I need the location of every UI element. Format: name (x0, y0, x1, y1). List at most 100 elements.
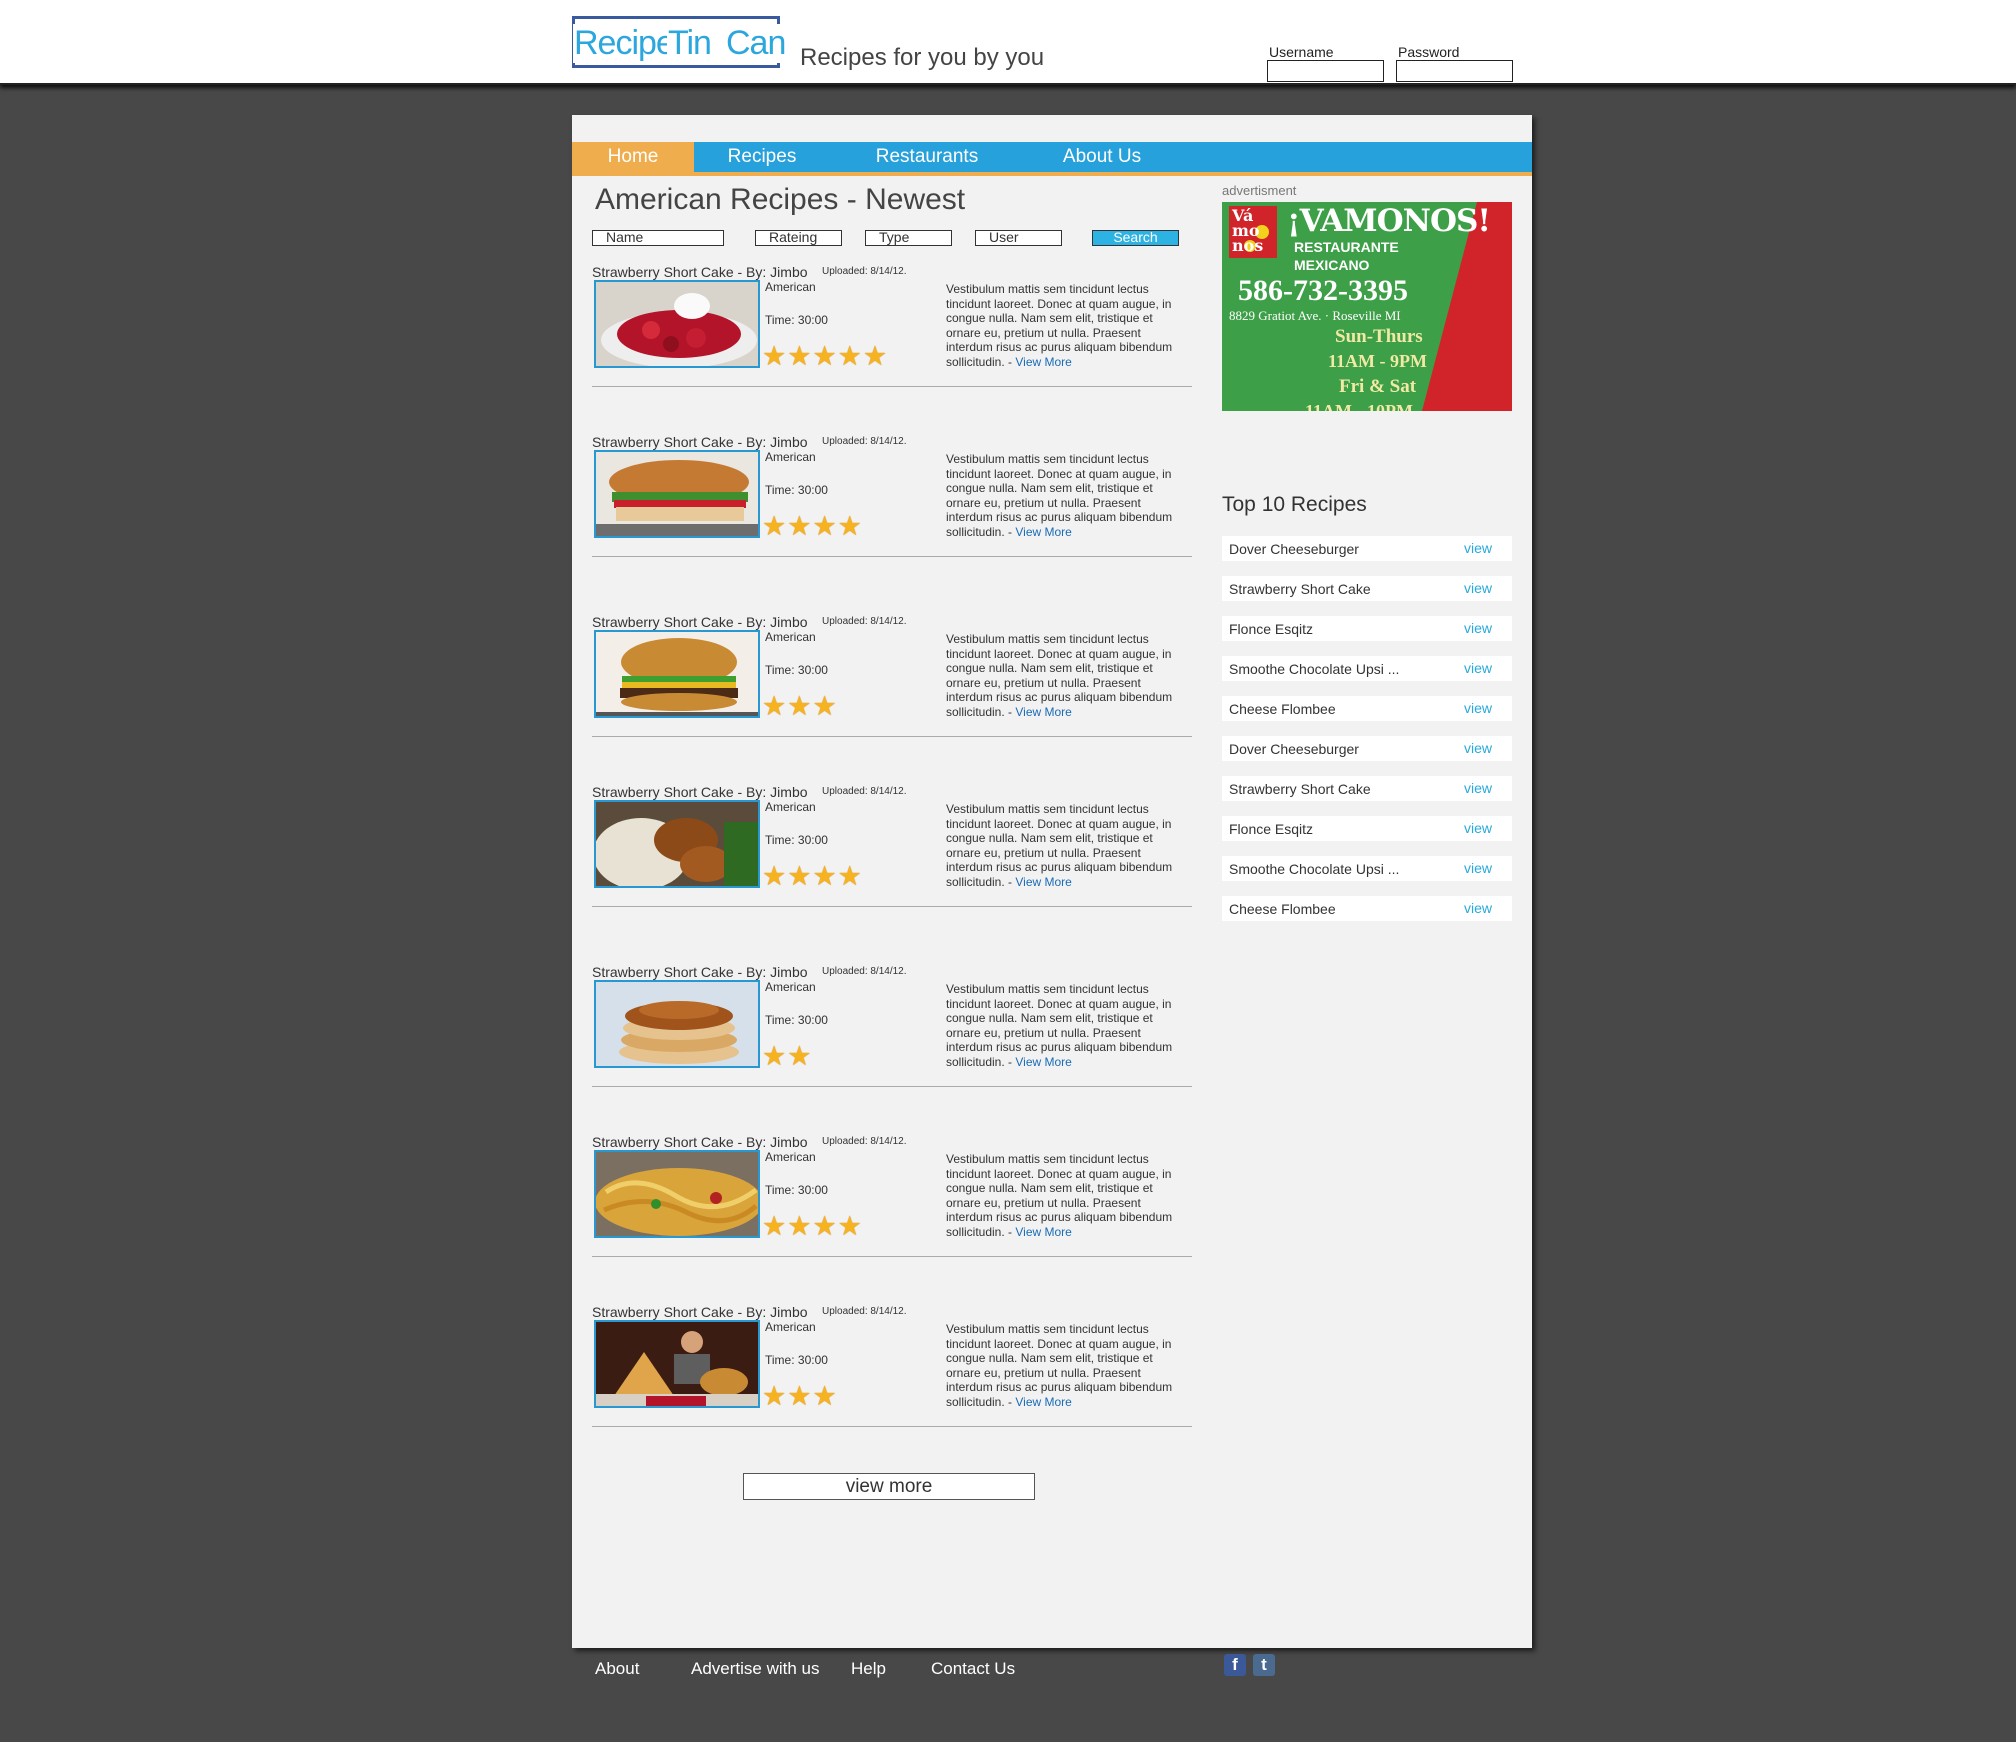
top10-item: Flonce Esqitz view (1222, 816, 1512, 841)
recipe-image-chicken-beans (596, 802, 758, 886)
recipe-image-pancakes (596, 982, 758, 1066)
star-icon: ★ (812, 341, 837, 371)
ad-brand: ¡VAMONOS! (1287, 203, 1491, 239)
recipe-description: Vestibulum mattis sem tincidunt lectus t… (946, 982, 1181, 1069)
nav-about-us[interactable]: About Us (1037, 142, 1167, 172)
star-icon: ★ (837, 341, 862, 371)
footer-link-about[interactable]: About (595, 1659, 639, 1679)
top10-view-link[interactable]: view (1464, 660, 1492, 676)
top10-item: Flonce Esqitz view (1222, 616, 1512, 641)
top10-item: Smoothe Chocolate Upsi ... view (1222, 656, 1512, 681)
recipe-description: Vestibulum mattis sem tincidunt lectus t… (946, 1322, 1181, 1409)
recipe-card: Strawberry Short Cake - By: Jimbo Uploade… (592, 1134, 1192, 1274)
logo-word-recipe: Recipe (573, 24, 675, 63)
main-panel: Home Recipes Restaurants About Us Americ… (572, 115, 1532, 1648)
star-icon: ★ (812, 511, 837, 541)
recipe-divider (592, 1426, 1192, 1427)
recipe-thumbnail[interactable] (594, 1150, 760, 1238)
recipe-thumbnail[interactable] (594, 280, 760, 368)
nav-recipes[interactable]: Recipes (702, 142, 822, 172)
recipe-divider (592, 1086, 1192, 1087)
recipe-view-more-link[interactable]: View More (1015, 705, 1071, 719)
view-more-button[interactable]: view more (743, 1473, 1035, 1500)
recipe-upload-date: Uploaded: 8/14/12. (822, 1136, 907, 1147)
recipe-thumbnail[interactable] (594, 1320, 760, 1408)
recipe-title[interactable]: Strawberry Short Cake - By: Jimbo (592, 614, 808, 630)
restaurant-ad-banner[interactable]: Vá mo nos ¡VAMONOS! RESTAURANTE MEXICANO… (1222, 202, 1512, 411)
nav-home[interactable]: Home (572, 142, 694, 176)
recipe-divider (592, 386, 1192, 387)
recipe-image-strawberry-cake (596, 282, 758, 366)
recipe-image-sandwich (596, 452, 758, 536)
recipe-view-more-link[interactable]: View More (1015, 355, 1071, 369)
footer-link-contact[interactable]: Contact Us (931, 1659, 1015, 1679)
recipe-rating: ★★★★★ (762, 341, 888, 371)
username-input[interactable] (1267, 60, 1384, 82)
recipe-title[interactable]: Strawberry Short Cake - By: Jimbo (592, 434, 808, 450)
recipe-description: Vestibulum mattis sem tincidunt lectus t… (946, 632, 1181, 719)
filter-user-input[interactable]: User (975, 230, 1062, 246)
recipe-upload-date: Uploaded: 8/14/12. (822, 786, 907, 797)
footer-link-advertise[interactable]: Advertise with us (691, 1659, 820, 1679)
site-logo[interactable]: Recipe Tin Can (572, 16, 786, 68)
recipe-time: Time: 30:00 (765, 1183, 828, 1197)
top10-item: Strawberry Short Cake view (1222, 576, 1512, 601)
filter-name-input[interactable]: Name (592, 230, 724, 246)
footer-link-help[interactable]: Help (851, 1659, 886, 1679)
search-button[interactable]: Search (1092, 230, 1179, 246)
recipe-time: Time: 30:00 (765, 313, 828, 327)
star-icon: ★ (762, 691, 787, 721)
top10-item: Dover Cheeseburger view (1222, 536, 1512, 561)
recipe-time: Time: 30:00 (765, 483, 828, 497)
recipe-card: Strawberry Short Cake - By: Jimbo Uploade… (592, 1304, 1192, 1444)
recipe-title[interactable]: Strawberry Short Cake - By: Jimbo (592, 1304, 808, 1320)
top10-item: Cheese Flombee view (1222, 896, 1512, 921)
top10-view-link[interactable]: view (1464, 900, 1492, 916)
filter-type-input[interactable]: Type (865, 230, 952, 246)
recipe-upload-date: Uploaded: 8/14/12. (822, 616, 907, 627)
main-nav: Home Recipes Restaurants About Us (572, 142, 1532, 176)
top10-view-link[interactable]: view (1464, 580, 1492, 596)
top10-view-link[interactable]: view (1464, 540, 1492, 556)
recipe-view-more-link[interactable]: View More (1015, 1395, 1071, 1409)
recipe-title[interactable]: Strawberry Short Cake - By: Jimbo (592, 784, 808, 800)
star-icon: ★ (812, 861, 837, 891)
top-bar: Recipe Tin Can Recipes for you by you Us… (0, 0, 2016, 85)
top10-view-link[interactable]: view (1464, 860, 1492, 876)
top10-view-link[interactable]: view (1464, 780, 1492, 796)
top10-view-link[interactable]: view (1464, 620, 1492, 636)
recipe-view-more-link[interactable]: View More (1015, 1055, 1071, 1069)
ad-address: 8829 Gratiot Ave. · Roseville MI (1229, 308, 1401, 323)
recipe-thumbnail[interactable] (594, 450, 760, 538)
tumblr-icon[interactable]: t (1253, 1654, 1275, 1676)
facebook-icon[interactable]: f (1224, 1654, 1246, 1676)
recipe-image-burger (596, 632, 758, 716)
top10-item-name: Dover Cheeseburger (1229, 741, 1359, 757)
recipe-view-more-link[interactable]: View More (1015, 1225, 1071, 1239)
star-icon: ★ (837, 861, 862, 891)
star-icon: ★ (787, 1381, 812, 1411)
recipe-category: American (765, 280, 816, 294)
top10-item-name: Cheese Flombee (1229, 701, 1336, 717)
password-input[interactable] (1396, 60, 1513, 82)
top10-view-link[interactable]: view (1464, 700, 1492, 716)
recipe-title[interactable]: Strawberry Short Cake - By: Jimbo (592, 1134, 808, 1150)
recipe-title[interactable]: Strawberry Short Cake - By: Jimbo (592, 964, 808, 980)
recipe-description: Vestibulum mattis sem tincidunt lectus t… (946, 802, 1181, 889)
nav-restaurants[interactable]: Restaurants (862, 142, 992, 172)
top10-view-link[interactable]: view (1464, 820, 1492, 836)
recipe-title[interactable]: Strawberry Short Cake - By: Jimbo (592, 264, 808, 280)
recipe-rating: ★★★★ (762, 1213, 863, 1240)
recipe-view-more-link[interactable]: View More (1015, 875, 1071, 889)
recipe-thumbnail[interactable] (594, 800, 760, 888)
recipe-thumbnail[interactable] (594, 980, 760, 1068)
top10-item: Dover Cheeseburger view (1222, 736, 1512, 761)
recipe-view-more-link[interactable]: View More (1015, 525, 1071, 539)
top10-view-link[interactable]: view (1464, 740, 1492, 756)
star-icon: ★ (787, 511, 812, 541)
recipe-thumbnail[interactable] (594, 630, 760, 718)
recipe-rating: ★★★★ (762, 861, 863, 891)
top10-item-name: Flonce Esqitz (1229, 821, 1314, 837)
recipe-card: Strawberry Short Cake - By: Jimbo Uploade… (592, 614, 1192, 754)
filter-rating-input[interactable]: Rateing (755, 230, 842, 246)
